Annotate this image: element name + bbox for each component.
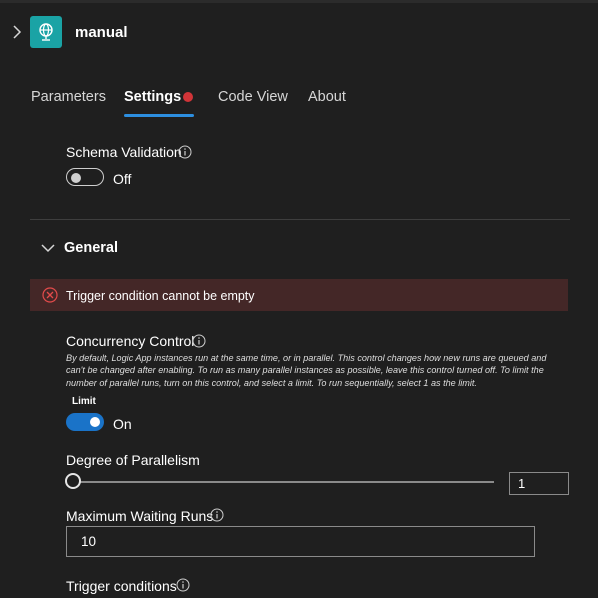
tab-parameters[interactable]: Parameters <box>31 89 106 105</box>
parallelism-slider-thumb[interactable] <box>65 473 81 489</box>
concurrency-limit-toggle[interactable] <box>66 413 104 431</box>
limit-label: Limit <box>72 396 96 407</box>
general-section-title[interactable]: General <box>64 240 118 256</box>
error-circle-icon <box>42 287 58 303</box>
schema-validation-label: Schema Validation <box>66 144 182 160</box>
top-border <box>0 0 598 3</box>
toggle-knob <box>71 173 81 183</box>
active-tab-indicator <box>124 114 194 117</box>
schema-validation-toggle[interactable] <box>66 168 104 186</box>
concurrency-limit-state: On <box>113 416 132 432</box>
error-message: Trigger condition cannot be empty <box>66 289 255 303</box>
unsaved-changes-dot <box>183 92 193 102</box>
app-icon <box>30 16 62 48</box>
globe-icon <box>39 23 53 41</box>
degree-of-parallelism-label: Degree of Parallelism <box>66 452 200 468</box>
tab-settings[interactable]: Settings <box>124 89 181 105</box>
concurrency-description: By default, Logic App instances run at t… <box>66 353 547 388</box>
chevron-down-icon[interactable] <box>40 240 56 256</box>
info-icon[interactable] <box>176 578 190 592</box>
maximum-waiting-runs-label: Maximum Waiting Runs <box>66 508 214 524</box>
tab-code-view[interactable]: Code View <box>218 89 288 105</box>
schema-validation-state: Off <box>113 171 132 187</box>
parallelism-slider-track[interactable] <box>74 481 494 483</box>
concurrency-control-label: Concurrency Control <box>66 333 195 349</box>
info-icon[interactable] <box>192 334 206 348</box>
tab-about[interactable]: About <box>308 89 346 105</box>
panel-title: manual <box>75 24 128 41</box>
trigger-conditions-label: Trigger conditions <box>66 578 177 594</box>
toggle-knob <box>90 417 100 427</box>
section-divider <box>30 219 570 220</box>
parallelism-number-input[interactable]: 1 <box>509 472 569 495</box>
maximum-waiting-runs-input[interactable]: 10 <box>66 526 535 557</box>
info-icon[interactable] <box>178 145 192 159</box>
info-icon[interactable] <box>210 508 224 522</box>
chevron-right-icon[interactable] <box>8 23 26 41</box>
